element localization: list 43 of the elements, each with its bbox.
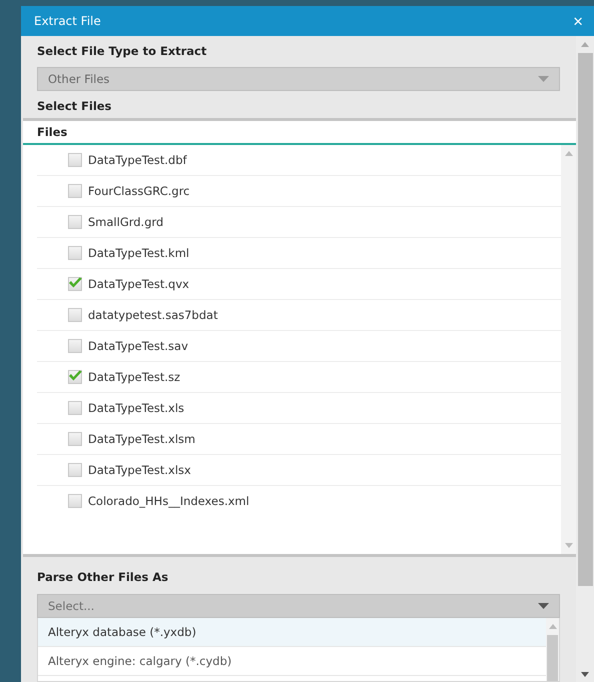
window-title: Extract File [34, 14, 101, 28]
scroll-down-icon[interactable] [581, 672, 589, 677]
checkbox[interactable] [68, 215, 82, 229]
file-name: DataTypeTest.sz [88, 370, 180, 384]
file-name: DataTypeTest.sav [88, 339, 188, 353]
file-type-dropdown[interactable]: Other Files [37, 67, 560, 91]
checkbox[interactable] [68, 370, 82, 384]
file-name: DataTypeTest.xlsm [88, 432, 196, 446]
close-button[interactable]: × [570, 12, 586, 30]
file-name: DataTypeTest.dbf [88, 153, 187, 167]
checkbox[interactable] [68, 401, 82, 415]
file-name: DataTypeTest.qvx [88, 277, 190, 291]
checkbox[interactable] [68, 246, 82, 260]
file-name: DataTypeTest.xls [88, 401, 184, 415]
scroll-up-icon[interactable] [564, 151, 572, 156]
section-label: Parse Other Files As [23, 554, 576, 586]
file-name: SmallGrd.grd [88, 215, 164, 229]
checkbox[interactable] [68, 277, 82, 291]
dropdown-option[interactable]: Alteryx engine: calgary (*.cydb) [38, 647, 546, 676]
list-scrollbar[interactable] [561, 145, 576, 554]
checkbox[interactable] [68, 339, 82, 353]
checkbox[interactable] [68, 494, 82, 508]
caret-icon [538, 76, 549, 82]
file-name: Colorado_HHs__Indexes.xml [88, 494, 250, 508]
scroll-up-icon[interactable] [581, 42, 589, 47]
scroll-up-icon[interactable] [548, 624, 556, 629]
file-name: DataTypeTest.kml [88, 246, 190, 260]
section-label: Select Files [36, 98, 113, 114]
section-label: Select File Type to Extract [36, 43, 208, 59]
options-scrollbar[interactable] [546, 618, 559, 681]
checkbox[interactable] [68, 184, 82, 198]
file-name: FourClassGRC.grc [88, 184, 190, 198]
checkbox[interactable] [68, 308, 82, 322]
dropdown-option[interactable]: Alteryx database (*.yxdb) [38, 618, 546, 647]
caret-icon [538, 603, 549, 609]
checkbox[interactable] [68, 432, 82, 446]
dialog-scrollbar[interactable] [576, 36, 594, 682]
file-name: DataTypeTest.xlsx [88, 463, 191, 477]
file-name: datatypetest.sas7bdat [88, 308, 218, 322]
checkbox[interactable] [68, 463, 82, 477]
parse-as-dropdown[interactable]: Select... [37, 594, 560, 618]
checkbox[interactable] [68, 153, 82, 167]
column-header: Files [37, 125, 68, 139]
